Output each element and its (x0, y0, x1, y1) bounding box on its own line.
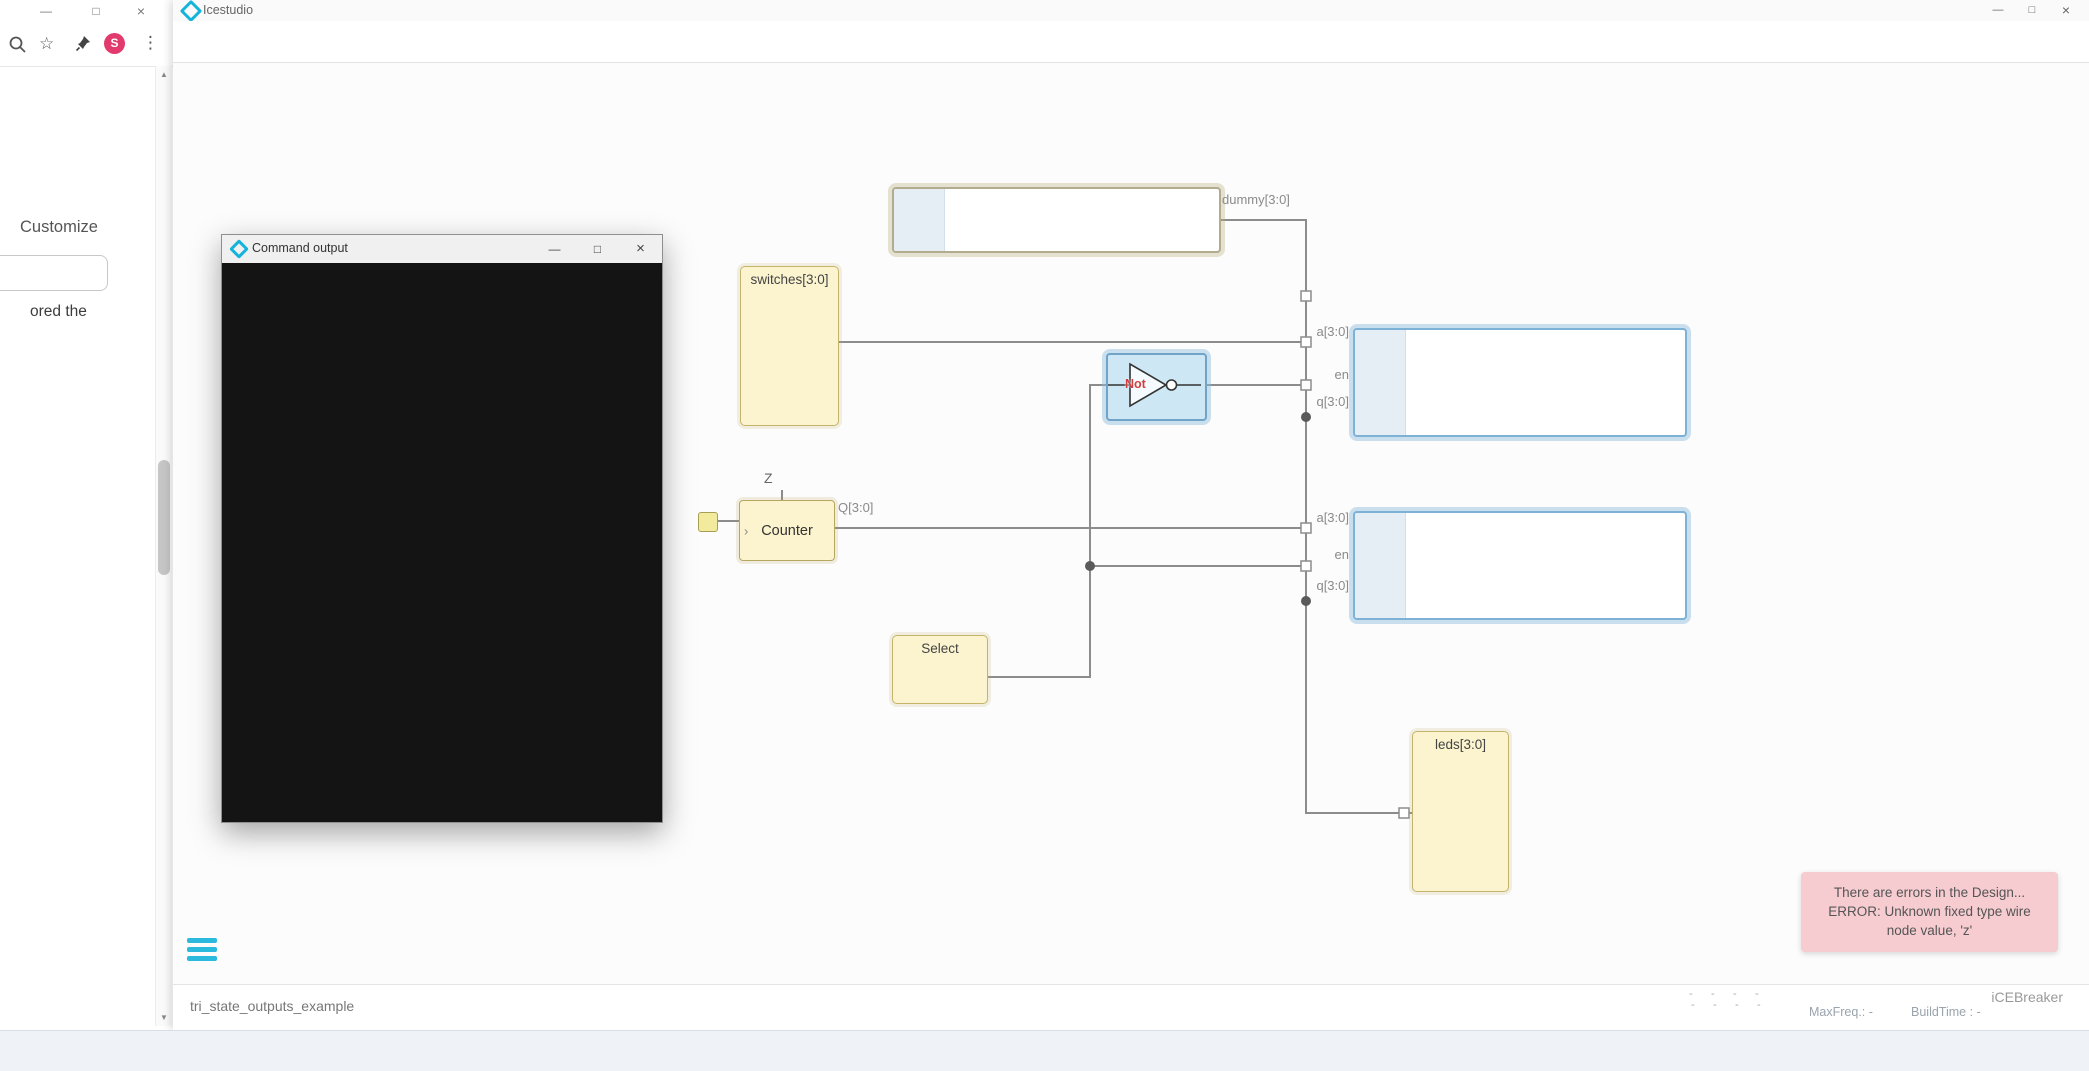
counter-clock-input[interactable] (698, 512, 718, 532)
scroll-down-icon[interactable]: ▼ (156, 1013, 172, 1022)
browser-toolbar: — □ × ☆ S ⋮ (0, 0, 173, 67)
icestudio-logo-icon (179, 0, 203, 23)
terminal-output[interactable] (222, 263, 662, 822)
code-block-dummy[interactable] (892, 187, 1221, 253)
close-button[interactable]: × (2049, 0, 2083, 21)
port-label-en1: en (1334, 367, 1349, 382)
not-gate-block[interactable]: Not (1106, 353, 1207, 421)
leds-block[interactable]: leds[3:0] (1412, 731, 1509, 892)
error-notification[interactable]: There are errors in the Design... ERROR:… (1801, 872, 2058, 952)
project-name: tri_state_outputs_example (190, 998, 355, 1014)
counter-output-label: Q[3:0] (838, 500, 874, 515)
status-dashes: - - - - (1691, 999, 1761, 1011)
screen: — □ × ☆ S ⋮ Customize ored the ▲ ▼ Icest… (0, 0, 2089, 1071)
maximize-button[interactable]: □ (85, 1, 107, 21)
line-number-gutter (894, 189, 945, 251)
not-gate-symbol (1108, 362, 1201, 408)
code-editor[interactable] (945, 189, 954, 251)
zoom-icon[interactable] (8, 35, 27, 59)
browser-window: — □ × ☆ S ⋮ Customize ored the ▲ ▼ (0, 0, 173, 1030)
minimize-button[interactable]: — (35, 1, 57, 21)
toast-line: node value, 'z' (1886, 923, 1973, 938)
minimize-button[interactable]: — (1981, 0, 2015, 21)
switches-block[interactable]: switches[3:0] (740, 266, 839, 426)
partial-text: ored the (30, 303, 87, 320)
scroll-up-icon[interactable]: ▲ (156, 70, 172, 79)
taskbar (0, 1030, 2089, 1071)
port-label-a2: a[3:0] (1316, 510, 1349, 525)
maxfreq-label: MaxFreq.: - (1809, 1005, 1873, 1019)
not-gate-label: Not (1125, 377, 1146, 391)
customize-heading: Customize (20, 218, 98, 236)
toast-line: There are errors in the Design... (1833, 885, 2026, 900)
menu-bar (173, 21, 2089, 63)
code-editor[interactable] (1406, 330, 1415, 435)
tristate-block-1[interactable] (1353, 328, 1687, 437)
buildtime-label: BuildTime : - (1911, 1005, 1981, 1019)
code-editor[interactable] (1406, 513, 1415, 618)
avatar[interactable]: S (104, 33, 125, 54)
icestudio-logo-icon (229, 239, 249, 259)
close-button[interactable]: × (619, 235, 662, 263)
port-label-q2: q[3:0] (1316, 578, 1349, 593)
search-input[interactable] (0, 255, 108, 291)
block-title: Select (921, 641, 959, 656)
toast-line: ERROR: Unknown fixed type wire (1828, 904, 2031, 919)
resources-menu-button[interactable] (187, 938, 217, 965)
z-label: Z (764, 470, 773, 486)
counter-label: Counter (761, 522, 813, 539)
line-number-gutter (1355, 330, 1406, 435)
block-title: leds[3:0] (1434, 737, 1487, 752)
board-name: iCEBreaker (1991, 989, 2063, 1005)
dummy-port-label: dummy[3:0] (1222, 192, 1290, 207)
maximize-button[interactable]: □ (576, 235, 619, 263)
port-label-q1: q[3:0] (1316, 394, 1349, 409)
window-title-bar[interactable]: Command output — □ × (222, 235, 662, 264)
clock-chevron-icon: › (744, 523, 749, 538)
status-bar: tri_state_outputs_example - - - - - - - … (173, 984, 2089, 1030)
counter-block[interactable]: › Counter (739, 500, 835, 561)
pin-icon[interactable] (75, 35, 92, 57)
window-title: Command output (252, 241, 348, 255)
tristate-block-2[interactable] (1353, 511, 1687, 620)
command-output-window[interactable]: Command output — □ × (221, 234, 663, 823)
maximize-button[interactable]: □ (2015, 0, 2049, 21)
port-label-a1: a[3:0] (1316, 324, 1349, 339)
app-title: Icestudio (203, 3, 254, 17)
star-icon[interactable]: ☆ (39, 34, 54, 54)
close-button[interactable]: × (130, 1, 152, 21)
title-bar: Icestudio — □ × (173, 0, 2089, 23)
browser-scrollbar[interactable]: ▲ ▼ (155, 66, 172, 1026)
select-block[interactable]: Select (892, 635, 988, 704)
port-label-en2: en (1334, 547, 1349, 562)
line-number-gutter (1355, 513, 1406, 618)
kebab-menu-icon[interactable]: ⋮ (142, 33, 159, 53)
scrollbar-thumb[interactable] (158, 460, 170, 575)
minimize-button[interactable]: — (533, 235, 576, 263)
block-title: switches[3:0] (750, 272, 829, 287)
